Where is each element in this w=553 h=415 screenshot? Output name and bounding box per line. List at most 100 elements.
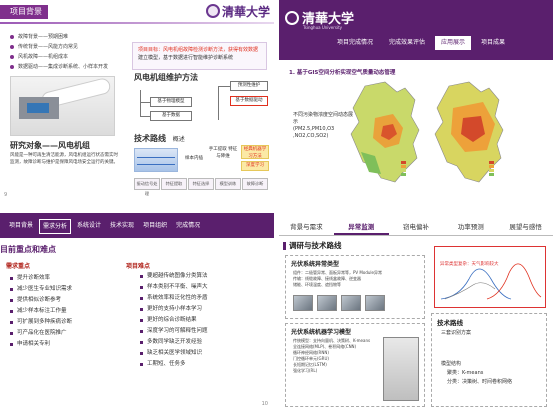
section-title: 1. 基于GIS空间分析实现空气质量动态管理 <box>289 70 396 76</box>
goal-line: 建立模型，基于数据进行智能维护诊断系统 <box>138 55 234 61</box>
list-item: 提升诊断效率 <box>10 273 72 284</box>
nav-item-system-design[interactable]: 系统设计 <box>74 219 104 234</box>
legend-row <box>489 172 495 176</box>
route-line: 分类：决策树、时间卷积网络 <box>447 379 513 385</box>
route-line: 三套识别方案 <box>441 330 472 336</box>
pollution-map-right <box>434 81 504 183</box>
route-line: 模型结构 <box>441 361 462 367</box>
nav-item-background[interactable]: 项目背景 <box>6 219 36 234</box>
tech-cell-handcrafted: 手工提取 特征与降维 <box>208 147 238 159</box>
tab-anomaly-monitoring[interactable]: 异常监测 <box>333 219 389 235</box>
tech-route-label: 技术路线 <box>134 134 166 143</box>
flow-connector <box>218 86 219 120</box>
tech-cell-classic-ml: 经典机器学习方法 <box>241 145 269 159</box>
goal-line: 项目目标：风电机组故障检测诊断方法，获得有效数据 <box>138 47 259 53</box>
list-item: 要超越传统图像分类算法 <box>140 271 208 282</box>
pollutant-label: 不同污染物浓度空间动态展示 (PM2.5,PM10,O3 ,NO2,CO,SO2… <box>293 112 354 139</box>
list-item: 提供相似诊断参考 <box>10 295 72 306</box>
logo-text: 清華大学 <box>221 4 270 19</box>
slide-gis-air-quality[interactable]: 清華大学 Tsinghua University 项目完成情况 完成效果评估 应… <box>279 0 553 202</box>
slide-requirements-difficulties[interactable]: 项目背景 需求分析 系统设计 技术实现 项目组织 完成情况 目前重点和难点 需求… <box>0 213 274 415</box>
pipeline-step: 振动信号处理 <box>134 178 160 196</box>
highlight-label: 异常类型复杂：天气影响较大 <box>439 261 500 267</box>
tab-power-forecast[interactable]: 功率预测 <box>443 219 498 235</box>
list-item: 系统效率和泛化性的矛盾 <box>140 293 208 304</box>
slide-pv-anomaly-monitoring[interactable]: 背景与需求 异常监测 窃电偏补 功率预测 展望与感悟 调研与技术路线 光伏系统异… <box>279 213 553 415</box>
curve-line <box>440 268 512 300</box>
tab-evaluation[interactable]: 完成效果评估 <box>383 36 431 50</box>
bullet-item: 传统背景——风能方向常见 <box>10 42 120 52</box>
card-title: 光伏系统异常类型 <box>291 261 340 268</box>
slide-navbar: 项目背景 需求分析 系统设计 技术实现 项目组织 完成情况 <box>0 213 274 238</box>
nav-item-completion[interactable]: 完成情况 <box>173 219 203 234</box>
pollution-map-left <box>350 81 420 183</box>
list-item: 多数同学缺乏开发经验 <box>140 337 208 348</box>
tab-outlook[interactable]: 展望与感悟 <box>498 219 553 235</box>
flow-box-physics-model: 基于物理模型 <box>150 97 192 107</box>
curve-line <box>486 263 542 300</box>
page-number: 10 <box>261 401 268 407</box>
list-item: 缺乏相关医学领域知识 <box>140 348 208 359</box>
tech-route-title: 技术路线 概述 <box>134 133 185 144</box>
route-line: 聚类：K-means <box>447 370 484 376</box>
model-diagram-thumbnail <box>383 337 419 401</box>
university-logo: 清華大学 Tsinghua University <box>285 8 354 30</box>
research-object-text: 风能是一种可再生清洁能源，风电机组运行状态需实时监测，故障诊断与维护是保障风电场… <box>10 153 118 165</box>
tab-application[interactable]: 应用展示 <box>435 36 472 50</box>
tech-cell-deep-learning: 深度学习 <box>241 161 269 171</box>
nav-item-organization[interactable]: 项目组织 <box>140 219 170 234</box>
card-line: 强化学习(RL) <box>293 368 318 373</box>
bullet-item: 故障背景——预期困难 <box>10 32 120 42</box>
tech-route-list: 三套识别方案 模型结构 聚类：K-means 分类：决策树、时间卷积网络 <box>441 329 512 387</box>
screenshot-canvas: 项目背景 清華大学 故障背景——预期困难 传统背景——风能方向常见 风机故障——… <box>0 0 553 415</box>
list-item: 可产品化在医院推广 <box>10 328 72 339</box>
list-item: 样本类别不平衡、噪声大 <box>140 282 208 293</box>
tab-completion[interactable]: 项目完成情况 <box>331 36 379 50</box>
card-list: 传统模型：支持向量机、决策树、K-means 全连接网络(MLP)、卷积网络(C… <box>293 338 377 374</box>
slide-wind-turbine-background[interactable]: 项目背景 清華大学 故障背景——预期困难 传统背景——风能方向常见 风机故障——… <box>0 0 274 202</box>
section-title: 目前重点和难点 <box>0 245 56 254</box>
slide-tabs: 项目完成情况 完成效果评估 应用展示 项目成果 <box>331 36 511 50</box>
wind-turbine-image <box>10 76 115 136</box>
turbine-nacelle-shape <box>19 97 59 119</box>
university-logo: 清華大学 <box>205 2 270 20</box>
tab-results[interactable]: 项目成果 <box>475 36 511 50</box>
section-title: 调研与技术路线 <box>283 240 342 251</box>
tab-background[interactable]: 背景与需求 <box>279 219 334 235</box>
map-legend-left <box>401 160 407 176</box>
flow-connector <box>218 86 230 87</box>
list-item: 可扩展到多种疾病诊断 <box>10 317 72 328</box>
header-divider <box>0 22 274 24</box>
slide-top-banner: 清華大学 Tsinghua University 项目完成情况 完成效果评估 应… <box>279 0 553 60</box>
tech-cell-sampling: 样本内插 <box>185 156 203 161</box>
list-item: 工期短、任务多 <box>140 359 208 370</box>
map-legend-right <box>489 160 495 176</box>
pipeline-step: 模型训练 <box>215 178 241 190</box>
card-list: 组件：二极管异常、面板异常等，PV Module异常 传输：线缆故障、接线盒故障… <box>293 270 421 288</box>
card-title: 技术路线 <box>437 319 463 327</box>
nav-item-implementation[interactable]: 技术实现 <box>107 219 137 234</box>
nav-items: 项目背景 需求分析 系统设计 技术实现 项目组织 完成情况 <box>6 219 203 234</box>
flow-box-data-driven: 基于数据驱动 <box>230 96 268 106</box>
flow-connector <box>140 90 141 116</box>
pv-panel-thumbnail <box>365 295 385 311</box>
tech-pipeline: 振动信号处理 特征提取 特征选择 模型训练 故障诊断 <box>134 178 269 196</box>
pipeline-step: 特征提取 <box>161 178 187 190</box>
list-item: 减少样本标注工作量 <box>10 306 72 317</box>
waveform-shape <box>137 157 175 165</box>
project-goal-card: 项目目标：风电机组故障检测诊断方法，获得有效数据 建立模型，基于数据进行智能维护… <box>132 42 267 70</box>
nav-item-requirements[interactable]: 需求分析 <box>39 219 72 234</box>
pipeline-step: 故障诊断 <box>242 178 268 190</box>
university-seal-icon <box>285 10 299 25</box>
pv-power-curves <box>440 263 542 300</box>
pv-panel-thumbnail <box>341 295 361 311</box>
background-bullets: 故障背景——预期困难 传统背景——风能方向常见 风机故障——机组成本 数据驱动—… <box>10 32 120 72</box>
card-line: 储能、环境温度、遮挡物等 <box>293 282 341 287</box>
difficulties-heading: 项目难点 <box>126 263 151 270</box>
legend-swatch <box>489 172 494 176</box>
tab-theft-compensation[interactable]: 窃电偏补 <box>389 219 444 235</box>
flow-box-predictive: 预测性维护 <box>230 81 268 91</box>
list-item: 更好的支持小样本学习 <box>140 304 208 315</box>
bullet-item: 风机故障——机组成本 <box>10 52 120 62</box>
